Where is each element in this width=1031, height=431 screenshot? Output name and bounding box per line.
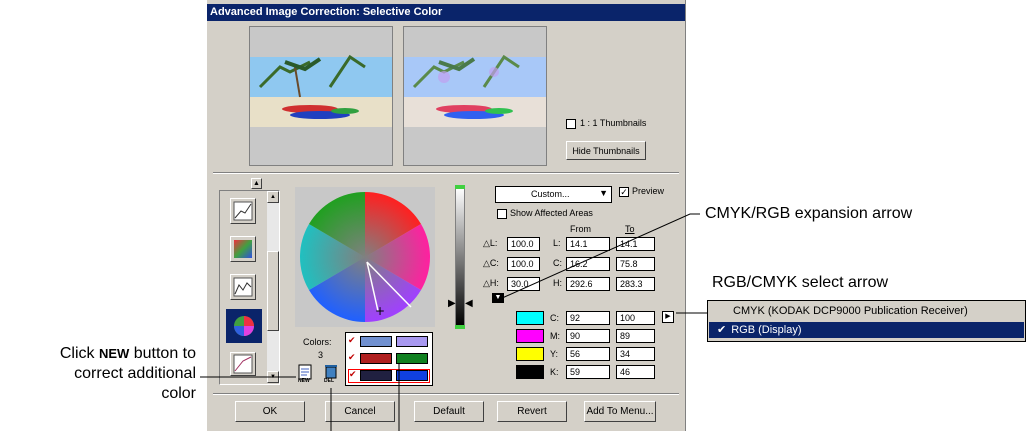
new-button-annotation: Click NEW button to correct additional c… xyxy=(4,344,196,404)
expansion-arrow-annotation: CMYK/RGB expansion arrow xyxy=(705,205,913,222)
new-annotation-line2: correct additional xyxy=(74,365,196,382)
new-annotation-line3: color xyxy=(161,385,196,402)
select-arrow-annotation: RGB/CMYK select arrow xyxy=(712,274,889,291)
new-annotation-line1: Click NEW button to xyxy=(59,345,196,362)
